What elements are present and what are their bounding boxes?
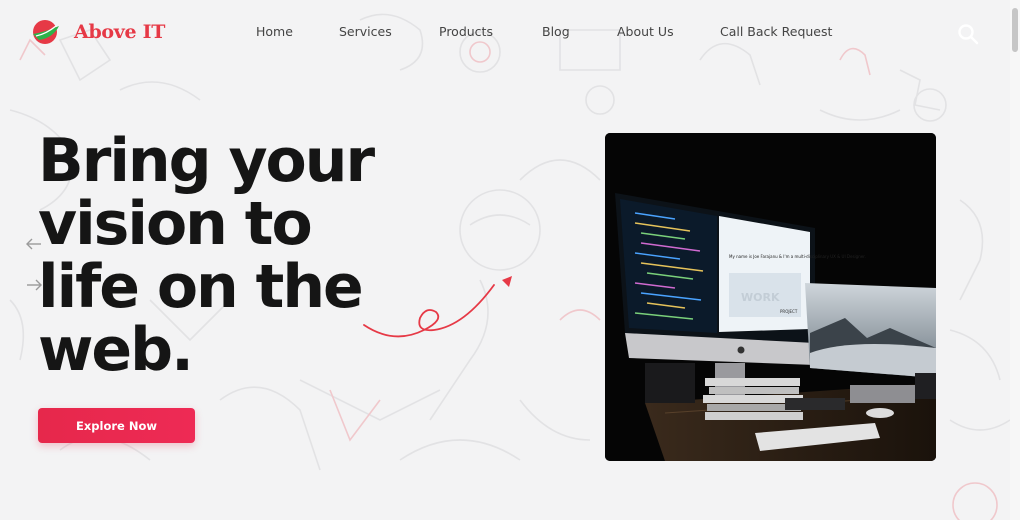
hero-title-line: vision to (38, 189, 313, 259)
arrow-right-icon (27, 279, 42, 291)
logo-icon (33, 20, 59, 44)
nav-call-back-request[interactable]: Call Back Request (720, 24, 832, 39)
brand-name: Above IT (74, 21, 166, 43)
monitor-project-text: PROJECT (780, 309, 798, 314)
nav-services[interactable]: Services (339, 24, 392, 39)
nav-about-us[interactable]: About Us (617, 24, 674, 39)
nav-blog[interactable]: Blog (542, 24, 570, 39)
search-icon (958, 24, 979, 45)
hero-title-line: Bring your (38, 126, 375, 196)
arrow-left-icon (26, 238, 41, 250)
monitor-work-text: WORK (741, 291, 780, 304)
hero-image: My name is Joe Farajanu & I'm a multi-di… (605, 133, 936, 461)
hero-title-line: web. (38, 315, 194, 385)
nav-products[interactable]: Products (439, 24, 493, 39)
slider-next-button[interactable] (25, 278, 43, 292)
monitor-screen-text: My name is Joe Farajanu & I'm a multi-di… (729, 254, 866, 259)
hero-title: Bring your vision to life on the web. (38, 130, 498, 382)
page-scrollbar[interactable] (1010, 0, 1020, 520)
hero-title-line: life on the (38, 252, 364, 322)
explore-now-button[interactable]: Explore Now (38, 408, 195, 443)
slider-prev-button[interactable] (25, 237, 43, 251)
brand-logo[interactable]: Above IT (30, 18, 165, 46)
nav-home[interactable]: Home (256, 24, 293, 39)
search-button[interactable] (956, 22, 980, 46)
site-header: Above IT Home Services Products Blog Abo… (0, 0, 1020, 64)
